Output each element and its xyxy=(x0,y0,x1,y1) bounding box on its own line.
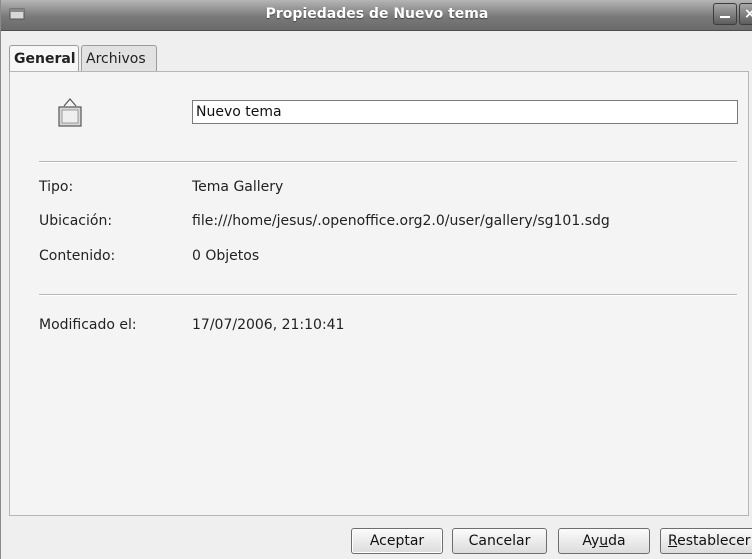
theme-name-input[interactable] xyxy=(192,100,738,124)
tab-archivos[interactable]: Archivos xyxy=(81,45,157,71)
contenido-label: Contenido: xyxy=(39,248,116,264)
ayuda-label-start: Ay xyxy=(582,533,600,549)
aceptar-button[interactable]: Aceptar xyxy=(351,528,443,554)
separator xyxy=(39,161,737,163)
contenido-value: 0 Objetos xyxy=(192,248,260,264)
tipo-value: Tema Gallery xyxy=(192,179,284,195)
general-panel: Tipo: Tema Gallery Ubicación: file:///ho… xyxy=(9,71,749,516)
ayuda-label-end: da xyxy=(608,533,626,549)
tipo-label: Tipo: xyxy=(39,179,74,195)
ayuda-mnemonic: u xyxy=(599,533,609,549)
close-icon: × xyxy=(744,6,752,22)
restablecer-mnemonic: R xyxy=(668,533,678,549)
title-bar[interactable]: Propiedades de Nuevo tema × xyxy=(1,0,752,31)
modificado-label: Modificado el: xyxy=(39,317,137,333)
separator xyxy=(39,294,737,296)
properties-dialog: Propiedades de Nuevo tema × General Arch… xyxy=(0,0,752,559)
minimize-icon xyxy=(720,16,730,18)
tab-general[interactable]: General xyxy=(9,45,79,72)
restablecer-label-end: establecer xyxy=(677,533,751,549)
restablecer-button[interactable]: Restablecer xyxy=(660,528,752,554)
modificado-value: 17/07/2006, 21:10:41 xyxy=(192,317,345,333)
minimize-button[interactable] xyxy=(713,3,737,25)
ayuda-button[interactable]: Ayuda xyxy=(558,528,650,554)
close-button[interactable]: × xyxy=(739,3,752,25)
ubicacion-label: Ubicación: xyxy=(39,213,113,229)
cancelar-button[interactable]: Cancelar xyxy=(452,528,547,554)
ubicacion-value: file:///home/jesus/.openoffice.org2.0/us… xyxy=(192,213,610,229)
gallery-theme-icon xyxy=(58,98,82,127)
window-title: Propiedades de Nuevo tema xyxy=(265,6,489,22)
